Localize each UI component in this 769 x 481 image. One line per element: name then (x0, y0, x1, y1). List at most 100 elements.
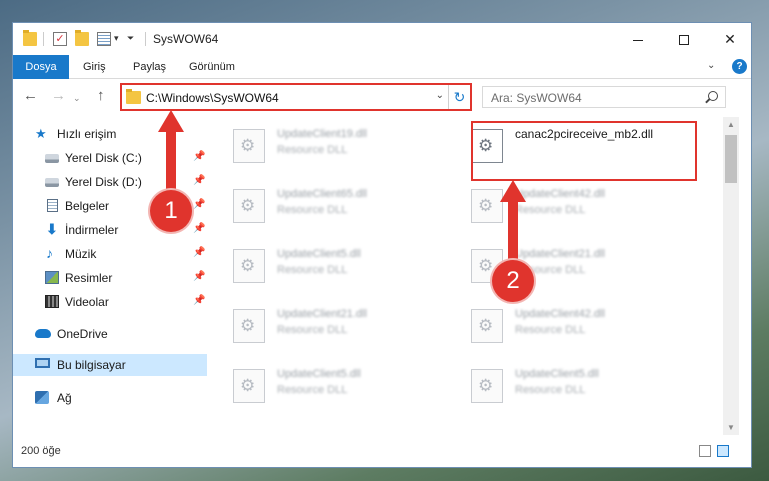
sidebar-item-disk-d[interactable]: Yerel Disk (D:) 📌 (13, 171, 207, 193)
folder-icon (126, 89, 141, 104)
window-title: SysWOW64 (153, 32, 219, 46)
pin-icon[interactable]: 📌 (193, 175, 205, 186)
sidebar-item-label: Belgeler (65, 199, 110, 213)
sidebar-item-label: OneDrive (57, 327, 108, 341)
address-bar[interactable]: C:\Windows\SysWOW64 ⌄ ↻ (120, 83, 472, 111)
sidebar-item-this-pc[interactable]: Bu bilgisayar (13, 354, 207, 376)
new-folder-icon[interactable] (75, 30, 89, 46)
videos-icon (45, 295, 59, 308)
properties-check-icon[interactable]: ✓ (53, 32, 67, 46)
star-icon: ★ (35, 126, 47, 141)
dll-file-icon (233, 129, 265, 163)
status-bar: 200 öğe (13, 435, 751, 467)
cloud-icon (35, 329, 51, 338)
file-name: UpdateClient21.dll (515, 248, 605, 260)
minimize-button[interactable] (615, 23, 661, 55)
sidebar-item-network[interactable]: Ağ (13, 387, 207, 409)
refresh-icon[interactable]: ↻ (448, 85, 470, 109)
chevron-down-icon[interactable]: ⌄ (436, 90, 444, 101)
up-arrow-icon[interactable]: ↑ (97, 87, 105, 104)
sidebar-item-label: Ağ (57, 391, 72, 405)
pin-icon[interactable]: 📌 (193, 151, 205, 162)
close-button[interactable]: ✕ (707, 23, 751, 55)
chevron-down-icon[interactable]: ⌄ (707, 60, 715, 71)
file-item[interactable]: UpdateClient5.dll Resource DLL (455, 363, 685, 411)
dll-file-icon (233, 369, 265, 403)
chevron-down-icon[interactable]: ▾ (114, 33, 119, 44)
file-item[interactable]: UpdateClient5.dll Resource DLL (217, 363, 447, 411)
file-type: Resource DLL (515, 324, 586, 336)
sidebar-item-label: Hızlı erişim (57, 127, 117, 141)
file-item[interactable]: UpdateClient21.dll Resource DLL (455, 243, 685, 291)
sidebar-item-pictures[interactable]: Resimler 📌 (13, 267, 207, 289)
sidebar-item-music[interactable]: ♪ Müzik 📌 (13, 243, 207, 265)
dll-file-icon (233, 309, 265, 343)
sidebar-item-label: Yerel Disk (C:) (65, 151, 142, 165)
sidebar-item-onedrive[interactable]: OneDrive (13, 323, 207, 345)
forward-arrow-icon[interactable]: → (51, 87, 66, 104)
file-name: UpdateClient19.dll (277, 128, 367, 140)
dll-file-icon (233, 189, 265, 223)
pin-icon[interactable]: 📌 (193, 223, 205, 234)
tab-view[interactable]: Görünüm (189, 55, 235, 79)
recent-locations-icon[interactable]: ⌄ (73, 93, 81, 104)
help-button[interactable]: ? (732, 59, 747, 74)
file-type: Resource DLL (277, 384, 348, 396)
documents-icon (47, 199, 58, 212)
title-bar: ✓ ▾ ⏷ SysWOW64 ✕ (13, 23, 751, 55)
item-count: 200 öğe (21, 445, 61, 457)
file-name: UpdateClient21.dll (277, 308, 367, 320)
file-name: UpdateClient42.dll (515, 308, 605, 320)
back-arrow-icon[interactable]: ← (23, 87, 38, 104)
dll-file-icon (471, 309, 503, 343)
highlight-box (471, 121, 697, 181)
maximize-button[interactable] (661, 23, 707, 55)
file-type: Resource DLL (277, 324, 348, 336)
sidebar-item-label: Videolar (65, 295, 109, 309)
file-name: UpdateClient5.dll (277, 248, 361, 260)
file-type: Resource DLL (277, 144, 348, 156)
pin-icon[interactable]: 📌 (193, 199, 205, 210)
file-type: Resource DLL (277, 204, 348, 216)
arrow-up-icon (500, 180, 526, 202)
pin-icon[interactable]: 📌 (193, 247, 205, 258)
dll-file-icon (471, 189, 503, 223)
search-placeholder: Ara: SysWOW64 (491, 91, 582, 105)
step-badge-1: 1 (150, 190, 192, 232)
sidebar-item-videos[interactable]: Videolar 📌 (13, 291, 207, 313)
tiles-view-icon[interactable] (717, 445, 729, 457)
pin-icon[interactable]: 📌 (193, 271, 205, 282)
tab-file[interactable]: Dosya (13, 55, 69, 79)
file-item[interactable]: UpdateClient21.dll Resource DLL (217, 303, 447, 351)
file-item[interactable]: UpdateClient65.dll Resource DLL (217, 183, 447, 231)
file-item[interactable]: UpdateClient5.dll Resource DLL (217, 243, 447, 291)
search-icon[interactable] (708, 91, 718, 101)
sidebar-item-disk-c[interactable]: Yerel Disk (C:) 📌 (13, 147, 207, 169)
address-path[interactable]: C:\Windows\SysWOW64 (146, 91, 279, 105)
properties-icon[interactable] (97, 32, 111, 46)
sidebar-item-label: Bu bilgisayar (57, 358, 126, 372)
pin-icon[interactable]: 📌 (193, 295, 205, 306)
scroll-down-icon[interactable]: ▼ (727, 423, 735, 432)
scrollbar-thumb[interactable] (725, 135, 737, 183)
file-name: UpdateClient5.dll (515, 368, 599, 380)
step-badge-2: 2 (492, 260, 534, 302)
file-type: Resource DLL (515, 204, 586, 216)
music-icon: ♪ (46, 245, 53, 261)
file-name: UpdateClient65.dll (277, 188, 367, 200)
scroll-up-icon[interactable]: ▲ (727, 120, 735, 129)
details-view-icon[interactable] (699, 445, 711, 457)
arrow-shaft (166, 130, 176, 190)
search-input[interactable]: Ara: SysWOW64 (482, 86, 726, 108)
file-item[interactable]: UpdateClient19.dll Resource DLL (217, 123, 447, 171)
customize-toolbar-icon[interactable]: ⏷ (127, 33, 134, 44)
file-item[interactable]: UpdateClient42.dll Resource DLL (455, 183, 685, 231)
file-item[interactable]: UpdateClient42.dll Resource DLL (455, 303, 685, 351)
vertical-scrollbar[interactable]: ▲ ▼ (723, 117, 739, 435)
tab-home[interactable]: Giriş (83, 55, 106, 79)
network-icon (35, 391, 49, 404)
divider (145, 32, 146, 46)
tab-share[interactable]: Paylaş (133, 55, 166, 79)
dll-file-icon (471, 369, 503, 403)
minimize-icon (633, 39, 643, 41)
